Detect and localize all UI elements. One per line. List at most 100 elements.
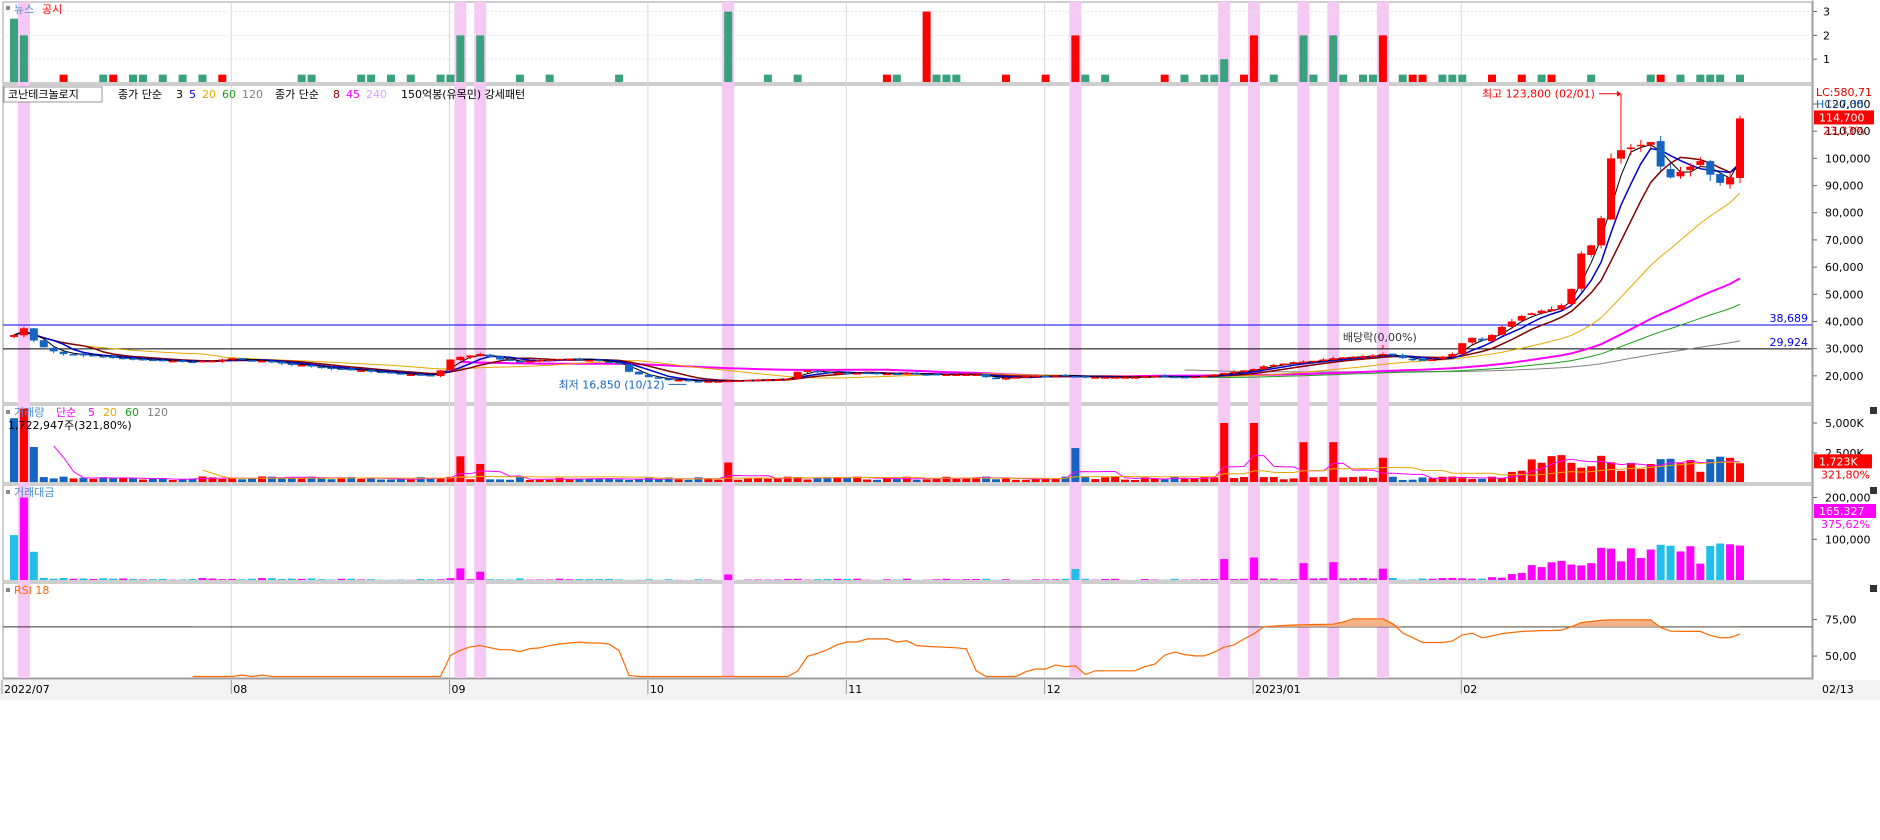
rsi-tick-label: 50,00	[1825, 650, 1857, 663]
bottom-blank	[0, 700, 1880, 837]
volume-bar	[863, 479, 871, 482]
candle-body	[1686, 167, 1694, 171]
amount-bar	[228, 579, 236, 580]
candle-body	[565, 359, 573, 361]
amount-bar	[218, 579, 226, 580]
candle-body	[109, 356, 117, 358]
min-label: 최저 16,850 (10/12)	[559, 378, 665, 391]
candle	[972, 374, 980, 376]
candle-body	[625, 364, 633, 372]
candle-body	[417, 374, 425, 376]
volume-bar	[1419, 477, 1427, 482]
rsi-tick-label: 75,00	[1825, 614, 1857, 627]
news-legend-marker	[6, 6, 10, 10]
amount-bar	[1300, 563, 1308, 580]
amount-bar	[1607, 549, 1615, 580]
candle-body	[189, 362, 197, 364]
candle-body	[1309, 361, 1317, 363]
candle-body	[169, 361, 177, 363]
legend-ma2-240: 240	[366, 88, 387, 101]
volume-bar	[407, 480, 415, 482]
candle-body	[258, 361, 266, 363]
candle-body	[714, 381, 722, 383]
candle-body	[585, 360, 593, 362]
amount-bar	[794, 579, 802, 580]
amount-bar	[1438, 578, 1446, 580]
amount-bar	[79, 578, 87, 580]
volume-bar	[1250, 423, 1258, 482]
volume-bar	[238, 479, 246, 482]
candle	[605, 361, 613, 363]
volume-bar	[1181, 479, 1189, 482]
candle-body	[1032, 376, 1040, 378]
amount-bar	[1676, 551, 1684, 580]
candle-body	[1329, 358, 1337, 360]
volume-bar	[1617, 471, 1625, 482]
amount-bar	[1448, 578, 1456, 580]
candle-body	[1676, 172, 1684, 176]
x-axis-label: 2023/01	[1255, 683, 1301, 696]
legend-pattern: 150억봉(유목민) 강세패턴	[401, 88, 525, 101]
news-bar	[1448, 75, 1456, 82]
news-bar	[476, 35, 484, 82]
amount-bar	[1538, 567, 1546, 580]
candle-body	[1091, 377, 1099, 379]
volume-bar	[754, 478, 762, 482]
news-bar	[1488, 75, 1496, 82]
candle	[1071, 376, 1079, 378]
amount-bar	[179, 579, 187, 580]
news-tick-label: 1	[1823, 53, 1830, 66]
volume-current-label: 1,723K	[1819, 455, 1858, 468]
candle-body	[1607, 158, 1615, 219]
amount-bar	[903, 579, 911, 580]
amount-bar	[962, 579, 970, 580]
news-bar	[1181, 75, 1189, 82]
panel-menu-button[interactable]	[1870, 487, 1877, 494]
candle-body	[1200, 376, 1208, 378]
chart-canvas[interactable]: 321뉴스공시20,00030,00040,00050,00060,00070,…	[0, 0, 1880, 837]
candle-body	[446, 360, 454, 371]
amount-bar	[1002, 579, 1010, 580]
candle-body	[327, 368, 335, 370]
news-bar	[516, 75, 524, 82]
stock-chart[interactable]: 321뉴스공시20,00030,00040,00050,00060,00070,…	[0, 0, 1880, 837]
price-tick-label: 50,000	[1825, 288, 1864, 301]
news-bar	[109, 75, 117, 82]
candle-body	[1052, 375, 1060, 377]
candle-body	[774, 379, 782, 381]
candle	[1597, 216, 1605, 249]
panel-menu-button[interactable]	[1870, 407, 1877, 414]
candle	[694, 381, 702, 383]
panel-menu-button[interactable]	[1870, 585, 1877, 592]
amount-bar	[1171, 579, 1179, 580]
amount-bar	[1686, 546, 1694, 580]
news-bar	[1716, 75, 1724, 82]
candle-body	[813, 371, 821, 373]
amount-bar	[357, 579, 365, 580]
candle-body	[744, 380, 752, 382]
amount-bar	[883, 579, 891, 580]
amount-bar	[337, 579, 345, 580]
news-bar	[1399, 75, 1407, 82]
news-bar	[1438, 75, 1446, 82]
volume-bar	[1309, 477, 1317, 482]
candle	[387, 372, 395, 374]
news-bar	[218, 75, 226, 82]
x-axis-label: 10	[650, 683, 664, 696]
amount-bar	[1061, 579, 1069, 580]
volume-bar	[1339, 477, 1347, 482]
amount-bar	[595, 579, 603, 580]
amount-bar	[1458, 578, 1466, 580]
amount-bar	[1548, 562, 1556, 580]
news-bar	[198, 75, 206, 82]
amount-bar	[476, 572, 484, 580]
volume-bar	[1567, 463, 1575, 482]
amount-bar	[1220, 559, 1228, 580]
volume-bar	[893, 479, 901, 482]
candle-body	[179, 361, 187, 363]
news-bar	[615, 75, 623, 82]
candle-body	[823, 372, 831, 374]
candle-body	[516, 361, 524, 363]
candle-body	[1210, 374, 1218, 376]
news-bar	[794, 75, 802, 82]
